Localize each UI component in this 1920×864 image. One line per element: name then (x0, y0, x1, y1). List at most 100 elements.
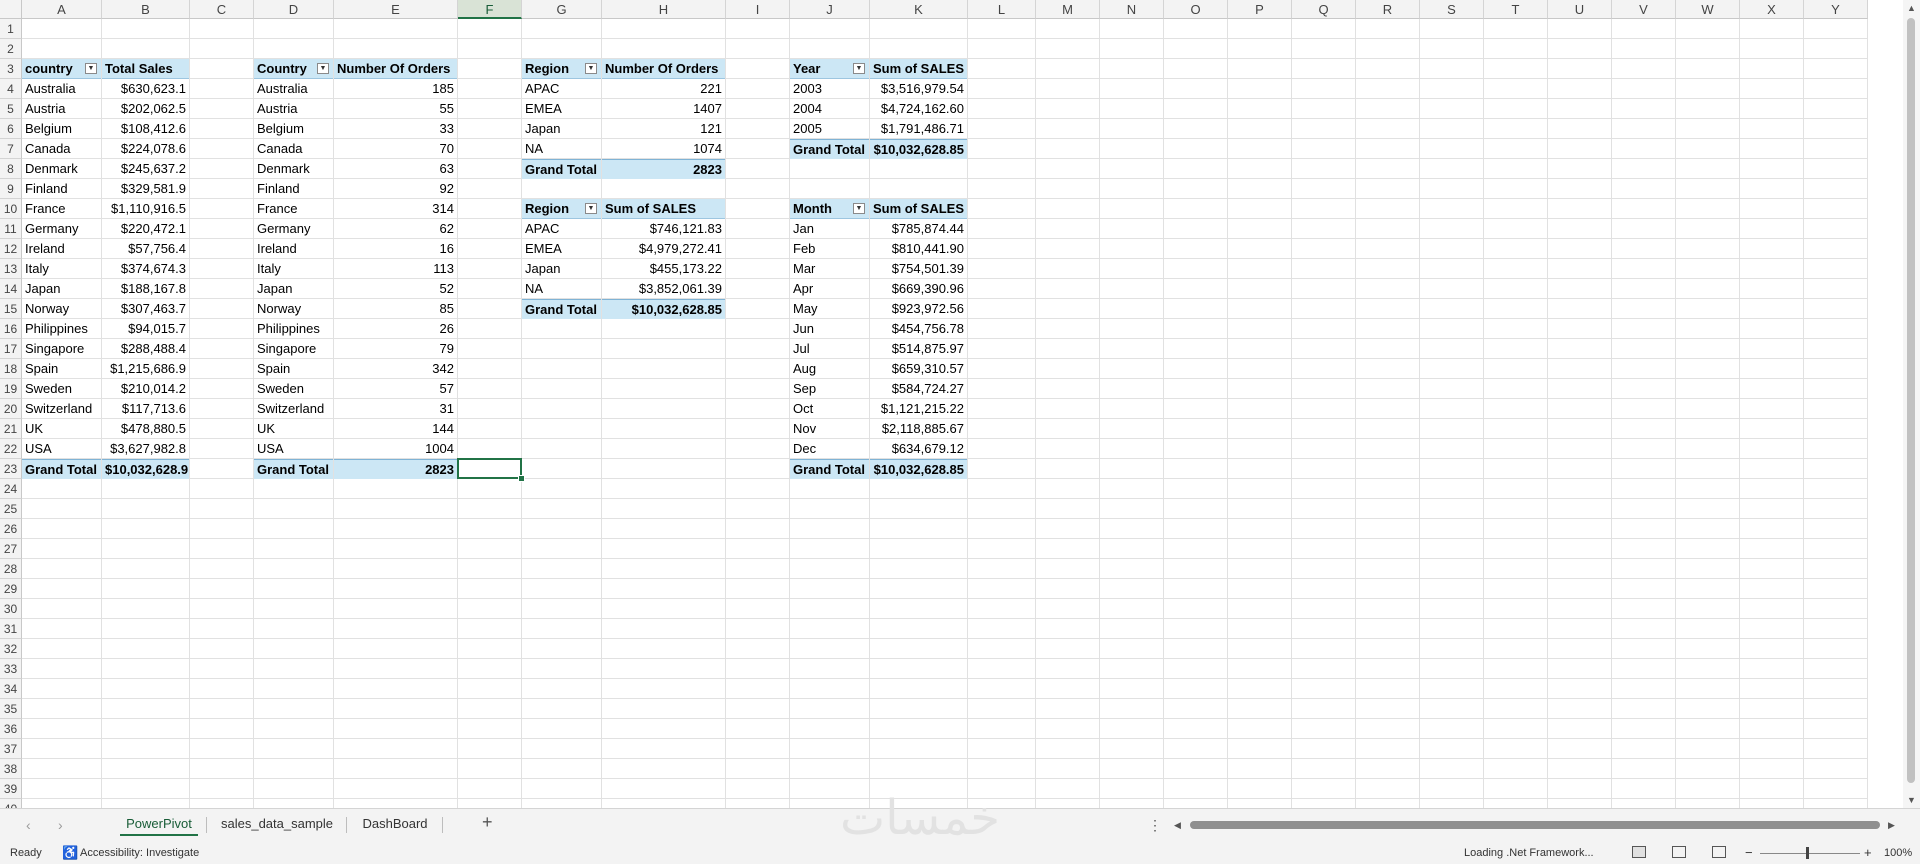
country-sales-grand-total-value[interactable]: $10,032,628.9 (102, 459, 189, 479)
month-sales-row-label[interactable]: Oct (790, 399, 869, 419)
country-orders-row-label[interactable]: Finland (254, 179, 333, 199)
country-sales-row-label[interactable]: Norway (22, 299, 101, 319)
column-header-x[interactable]: X (1740, 0, 1804, 19)
region-orders-row-label[interactable]: NA (522, 139, 601, 159)
horizontal-scroll-thumb[interactable] (1190, 821, 1880, 829)
country-orders-row-label[interactable]: Sweden (254, 379, 333, 399)
country-sales-row-value[interactable]: $1,110,916.5 (102, 199, 189, 219)
month-sales-row-value[interactable]: $454,756.78 (870, 319, 967, 339)
page-layout-view-icon[interactable] (1672, 846, 1686, 858)
row-header-10[interactable]: 10 (0, 199, 22, 219)
row-header-27[interactable]: 27 (0, 539, 22, 559)
country-orders-row-label[interactable]: UK (254, 419, 333, 439)
region-orders-value-header[interactable]: Number Of Orders (602, 59, 725, 79)
country-sales-row-label[interactable]: Italy (22, 259, 101, 279)
scroll-left-icon[interactable]: ◀ (1174, 820, 1181, 831)
filter-dropdown-icon[interactable]: ▼ (585, 203, 597, 214)
month-sales-row-label[interactable]: Jun (790, 319, 869, 339)
column-header-j[interactable]: J (790, 0, 870, 19)
column-header-b[interactable]: B (102, 0, 190, 19)
row-header-34[interactable]: 34 (0, 679, 22, 699)
region-sales-row-value[interactable]: $4,979,272.41 (602, 239, 725, 259)
country-orders-row-label[interactable]: Austria (254, 99, 333, 119)
row-header-30[interactable]: 30 (0, 599, 22, 619)
row-header-4[interactable]: 4 (0, 79, 22, 99)
region-orders-row-label[interactable]: EMEA (522, 99, 601, 119)
row-header-3[interactable]: 3 (0, 59, 22, 79)
country-orders-row-value[interactable]: 16 (334, 239, 457, 259)
zoom-slider-thumb[interactable] (1806, 847, 1809, 859)
country-sales-row-value[interactable]: $374,674.3 (102, 259, 189, 279)
column-header-n[interactable]: N (1100, 0, 1164, 19)
row-header-28[interactable]: 28 (0, 559, 22, 579)
worksheet-grid[interactable]: ABCDEFGHIJKLMNOPQRSTUVWXY 1 2 3 4 5 6 7 8 9 10 11 1… (0, 0, 1903, 808)
row-header-13[interactable]: 13 (0, 259, 22, 279)
row-header-26[interactable]: 26 (0, 519, 22, 539)
column-header-l[interactable]: L (968, 0, 1036, 19)
country-orders-row-value[interactable]: 57 (334, 379, 457, 399)
region-sales-row-label[interactable]: Japan (522, 259, 601, 279)
region-orders-row-label[interactable]: APAC (522, 79, 601, 99)
country-sales-row-label[interactable]: Canada (22, 139, 101, 159)
country-orders-row-value[interactable]: 1004 (334, 439, 457, 459)
region-sales-row-label[interactable]: EMEA (522, 239, 601, 259)
month-sales-row-label[interactable]: Mar (790, 259, 869, 279)
row-header-9[interactable]: 9 (0, 179, 22, 199)
country-sales-row-label[interactable]: France (22, 199, 101, 219)
month-sales-row-label[interactable]: Jan (790, 219, 869, 239)
country-orders-row-label[interactable]: Spain (254, 359, 333, 379)
country-sales-row-value[interactable]: $288,488.4 (102, 339, 189, 359)
country-sales-row-value[interactable]: $202,062.5 (102, 99, 189, 119)
row-header-14[interactable]: 14 (0, 279, 22, 299)
country-orders-grand-total-label[interactable]: Grand Total (254, 459, 333, 479)
vertical-scrollbar[interactable]: ▲ ▼ (1903, 0, 1920, 808)
country-orders-row-label[interactable]: Singapore (254, 339, 333, 359)
filter-dropdown-icon[interactable]: ▼ (317, 63, 329, 74)
row-header-17[interactable]: 17 (0, 339, 22, 359)
sheet-tab-sales-data-sample[interactable]: sales_data_sample (212, 809, 342, 841)
row-header-6[interactable]: 6 (0, 119, 22, 139)
country-orders-row-value[interactable]: 31 (334, 399, 457, 419)
country-orders-row-value[interactable]: 70 (334, 139, 457, 159)
filter-dropdown-icon[interactable]: ▼ (853, 203, 865, 214)
zoom-slider[interactable] (1760, 853, 1860, 854)
month-sales-row-value[interactable]: $923,972.56 (870, 299, 967, 319)
column-header-k[interactable]: K (870, 0, 968, 19)
row-header-32[interactable]: 32 (0, 639, 22, 659)
filter-dropdown-icon[interactable]: ▼ (853, 63, 865, 74)
region-orders-row-label[interactable]: Japan (522, 119, 601, 139)
row-header-16[interactable]: 16 (0, 319, 22, 339)
page-break-view-icon[interactable] (1712, 846, 1726, 858)
month-sales-row-label[interactable]: Sep (790, 379, 869, 399)
row-header-20[interactable]: 20 (0, 399, 22, 419)
column-header-s[interactable]: S (1420, 0, 1484, 19)
column-header-a[interactable]: A (22, 0, 102, 19)
region-sales-row-value[interactable]: $746,121.83 (602, 219, 725, 239)
country-sales-row-value[interactable]: $307,463.7 (102, 299, 189, 319)
country-orders-row-value[interactable]: 63 (334, 159, 457, 179)
column-header-c[interactable]: C (190, 0, 254, 19)
month-sales-row-label[interactable]: Nov (790, 419, 869, 439)
country-orders-row-value[interactable]: 185 (334, 79, 457, 99)
country-sales-row-label[interactable]: Ireland (22, 239, 101, 259)
row-header-1[interactable]: 1 (0, 19, 22, 39)
country-orders-row-value[interactable]: 52 (334, 279, 457, 299)
country-orders-row-value[interactable]: 55 (334, 99, 457, 119)
country-orders-grand-total-value[interactable]: 2823 (334, 459, 457, 479)
month-sales-row-label[interactable]: Jul (790, 339, 869, 359)
row-header-33[interactable]: 33 (0, 659, 22, 679)
month-sales-row-value[interactable]: $514,875.97 (870, 339, 967, 359)
row-header-39[interactable]: 39 (0, 779, 22, 799)
region-orders-row-value[interactable]: 1407 (602, 99, 725, 119)
accessibility-status[interactable]: Accessibility: Investigate (80, 842, 199, 864)
country-sales-row-value[interactable]: $224,078.6 (102, 139, 189, 159)
country-sales-row-label[interactable]: Spain (22, 359, 101, 379)
country-orders-row-label[interactable]: Germany (254, 219, 333, 239)
region-orders-grand-total-value[interactable]: 2823 (602, 159, 725, 179)
row-header-23[interactable]: 23 (0, 459, 22, 479)
prev-sheet-icon[interactable]: ‹ (26, 817, 31, 833)
month-sales-row-value[interactable]: $2,118,885.67 (870, 419, 967, 439)
select-all-corner[interactable] (0, 0, 22, 19)
country-orders-row-value[interactable]: 113 (334, 259, 457, 279)
sheet-tab-powerpivot[interactable]: PowerPivot (114, 809, 204, 841)
